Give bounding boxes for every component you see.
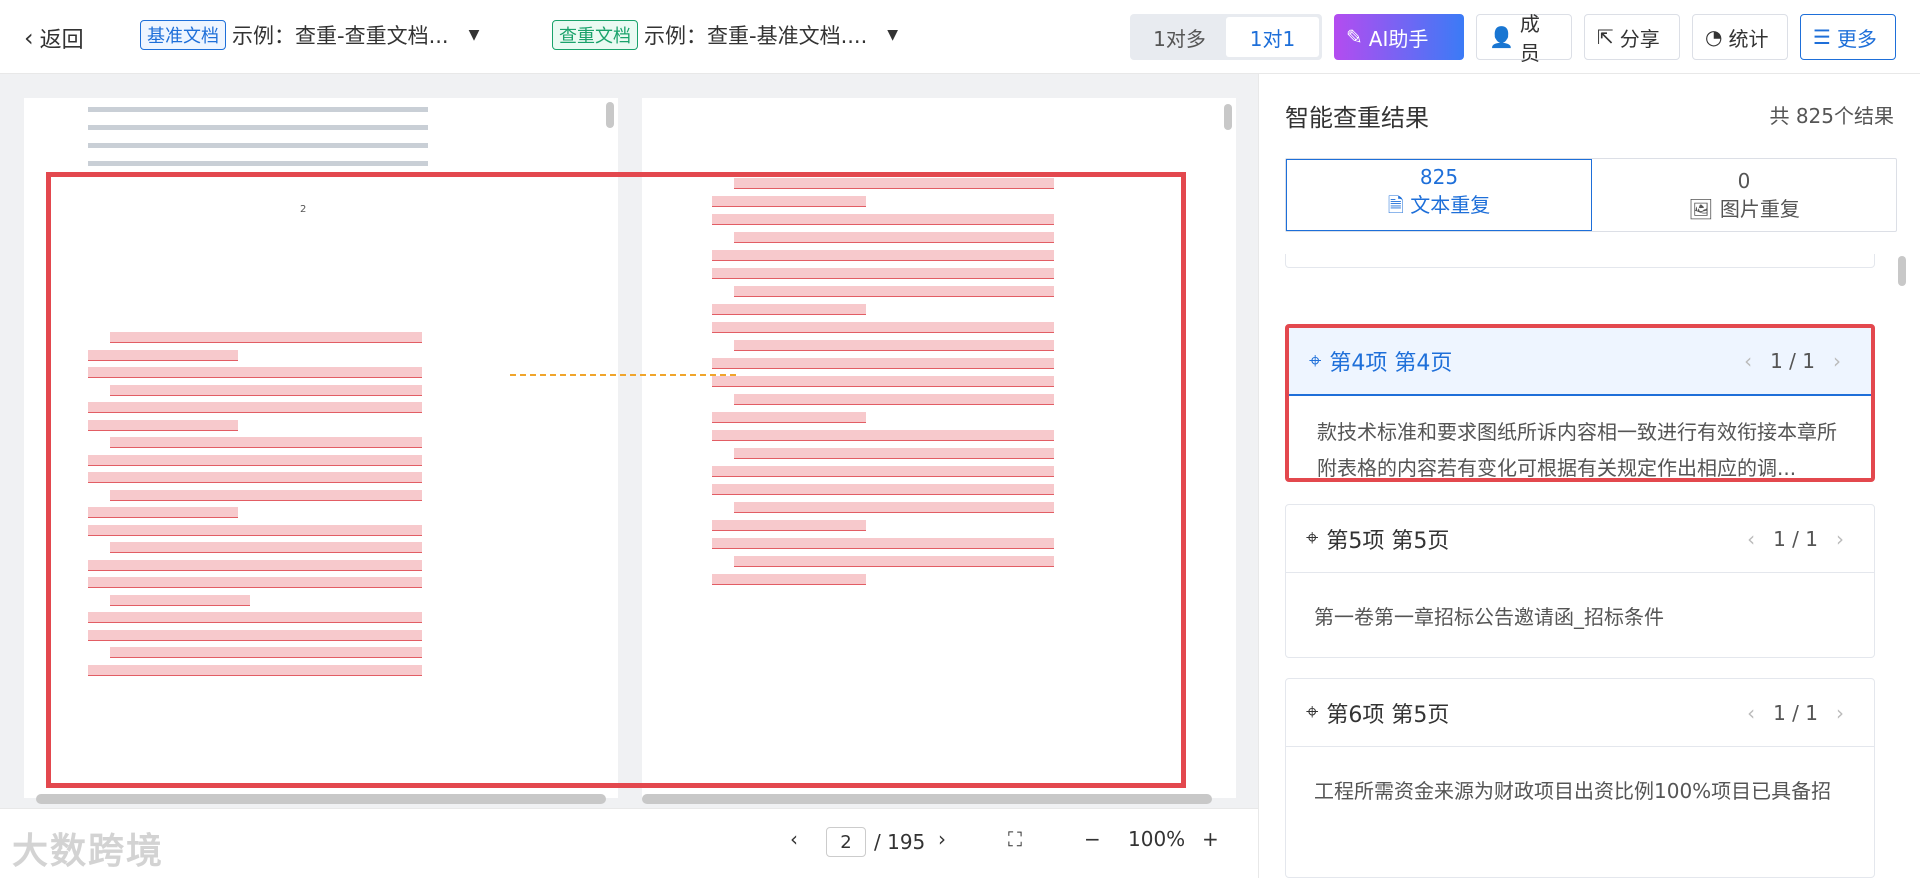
more-button[interactable]: ☰ 更多: [1800, 14, 1896, 60]
ai-assistant-label: AI助手: [1368, 26, 1429, 51]
prev-page-button[interactable]: ‹: [790, 827, 798, 851]
left-page-horizontal-scrollbar[interactable]: [36, 794, 606, 804]
page-number-input[interactable]: 2: [826, 827, 866, 857]
occurrence-pager: 1 / 1: [1770, 349, 1815, 373]
results-panel: 智能查重结果 共 825个结果 825 🗎 文本重复 0 🖼 图片重复 ⌖ 第4…: [1258, 74, 1920, 878]
magic-wand-icon: ✎: [1346, 25, 1363, 49]
result-card-selected[interactable]: ⌖ 第4项 第4页 ‹ 1 / 1 › 款技术标准和要求图纸所诉内容相一致进行有…: [1285, 324, 1875, 482]
image-duplicate-count: 0: [1737, 168, 1751, 193]
image-icon: 🖼: [1688, 196, 1714, 221]
fullscreen-button[interactable]: ⛶: [1008, 827, 1022, 851]
prev-occurrence-icon[interactable]: ‹: [1747, 701, 1755, 725]
total-pages: / 195: [874, 830, 926, 854]
result-title: 第5项 第5页: [1326, 528, 1450, 554]
zoom-level: 100%: [1128, 827, 1186, 851]
compare-mode-switch: 1对多 1对1: [1130, 14, 1322, 60]
base-doc-tag: 基准文档: [140, 20, 226, 50]
mode-one-to-one[interactable]: 1对1: [1226, 17, 1319, 57]
more-label: 更多: [1836, 26, 1877, 51]
selected-match-highlight-box: [46, 172, 1186, 788]
menu-icon: ☰: [1813, 25, 1831, 49]
viewer-toolbar: ‹ 2 / 195 › ⛶ − 100% +: [0, 808, 1258, 878]
result-card[interactable]: ⌖ 第5项 第5页 ‹ 1 / 1 › 第一卷第一章招标公告邀请函_招标条件: [1285, 504, 1875, 658]
caret-down-icon: ▼: [468, 27, 480, 43]
chevron-left-icon: ‹: [790, 827, 798, 851]
result-snippet: 工程所需资金来源为财政项目出资比例100%项目已具备招: [1314, 779, 1832, 803]
tab-text-duplicate[interactable]: 825 🗎 文本重复: [1286, 159, 1592, 231]
tab-image-duplicate[interactable]: 0 🖼 图片重复: [1592, 159, 1896, 231]
result-snippet: 第一卷第一章招标公告邀请函_招标条件: [1314, 605, 1664, 629]
result-count: 共 825个结果: [1769, 104, 1894, 128]
members-label: 成员: [1519, 12, 1540, 65]
occurrence-pager: 1 / 1: [1773, 700, 1818, 725]
zoom-in-button[interactable]: +: [1202, 827, 1219, 851]
top-bar: ‹ 返回 基准文档 示例：查重-查重文档... ▼ 查重文档 示例：查重-基准文…: [0, 0, 1920, 74]
result-snippet: 款技术标准和要求图纸所诉内容相一致进行有效衔接本章所附表格的内容若有变化可根据有…: [1317, 420, 1837, 480]
share-label: 分享: [1619, 26, 1660, 51]
check-doc-name: 示例：查重-基准文档....: [644, 24, 868, 48]
caret-down-icon: ▼: [887, 27, 899, 43]
occurrence-pager: 1 / 1: [1773, 526, 1818, 551]
members-button[interactable]: 👤 成员: [1476, 12, 1572, 65]
share-icon: ⇱: [1597, 25, 1614, 49]
result-card[interactable]: ⌖ 第6项 第5页 ‹ 1 / 1 › 工程所需资金来源为财政项目出资比例100…: [1285, 678, 1875, 878]
location-pin-icon: ⌖: [1306, 700, 1319, 725]
results-scrollbar[interactable]: [1898, 256, 1906, 286]
result-title: 第4项 第4页: [1329, 351, 1453, 376]
next-occurrence-icon[interactable]: ›: [1836, 527, 1844, 551]
prev-occurrence-icon[interactable]: ‹: [1747, 527, 1755, 551]
right-page-horizontal-scrollbar[interactable]: [642, 794, 1212, 804]
ai-assistant-button[interactable]: ✎ AI助手: [1334, 14, 1464, 60]
back-button[interactable]: ‹ 返回: [24, 22, 84, 54]
check-doc-selector[interactable]: 查重文档 示例：查重-基准文档.... ▼: [552, 20, 898, 50]
image-duplicate-label: 图片重复: [1719, 196, 1800, 221]
base-doc-selector[interactable]: 基准文档 示例：查重-查重文档... ▼: [140, 20, 479, 50]
document-viewer: 2: [0, 74, 1258, 808]
text-duplicate-count: 825: [1419, 165, 1459, 189]
stats-label: 统计: [1728, 26, 1769, 51]
next-page-button[interactable]: ›: [938, 827, 946, 851]
chevron-left-icon: ‹: [24, 24, 34, 52]
user-icon: 👤: [1489, 25, 1514, 49]
next-occurrence-icon[interactable]: ›: [1836, 701, 1844, 725]
prev-occurrence-icon[interactable]: ‹: [1744, 349, 1752, 373]
document-text-line: [88, 161, 428, 166]
result-card-previous[interactable]: [1285, 254, 1875, 268]
share-button[interactable]: ⇱ 分享: [1584, 14, 1680, 60]
result-title: 第6项 第5页: [1326, 702, 1450, 728]
document-icon: 🗎: [1387, 193, 1404, 217]
panel-title: 智能查重结果: [1285, 104, 1429, 132]
pie-chart-icon: ◔: [1705, 25, 1723, 49]
document-text-line: [88, 107, 428, 112]
left-page-vertical-scrollbar[interactable]: [606, 102, 614, 128]
plus-icon: +: [1202, 827, 1219, 851]
mode-one-to-many[interactable]: 1对多: [1133, 17, 1226, 57]
next-occurrence-icon[interactable]: ›: [1833, 349, 1841, 373]
watermark-logo: 大数跨境: [12, 831, 165, 872]
result-type-tabs: 825 🗎 文本重复 0 🖼 图片重复: [1285, 158, 1897, 232]
chevron-right-icon: ›: [938, 827, 946, 851]
location-pin-icon: ⌖: [1306, 526, 1319, 551]
page-navigator: 2 / 195: [826, 827, 925, 857]
text-duplicate-label: 文本重复: [1410, 193, 1491, 217]
document-text-line: [88, 125, 428, 130]
back-label: 返回: [39, 28, 84, 53]
document-text-line: [88, 143, 428, 148]
zoom-out-button[interactable]: −: [1084, 827, 1101, 851]
minus-icon: −: [1084, 827, 1101, 851]
stats-button[interactable]: ◔ 统计: [1692, 14, 1788, 60]
base-doc-name: 示例：查重-查重文档...: [232, 24, 449, 48]
right-page-vertical-scrollbar[interactable]: [1224, 104, 1232, 130]
fullscreen-icon: ⛶: [1008, 827, 1022, 851]
results-list: ⌖ 第4项 第4页 ‹ 1 / 1 › 款技术标准和要求图纸所诉内容相一致进行有…: [1285, 254, 1897, 878]
location-pin-icon: ⌖: [1309, 348, 1322, 374]
check-doc-tag: 查重文档: [552, 20, 638, 50]
